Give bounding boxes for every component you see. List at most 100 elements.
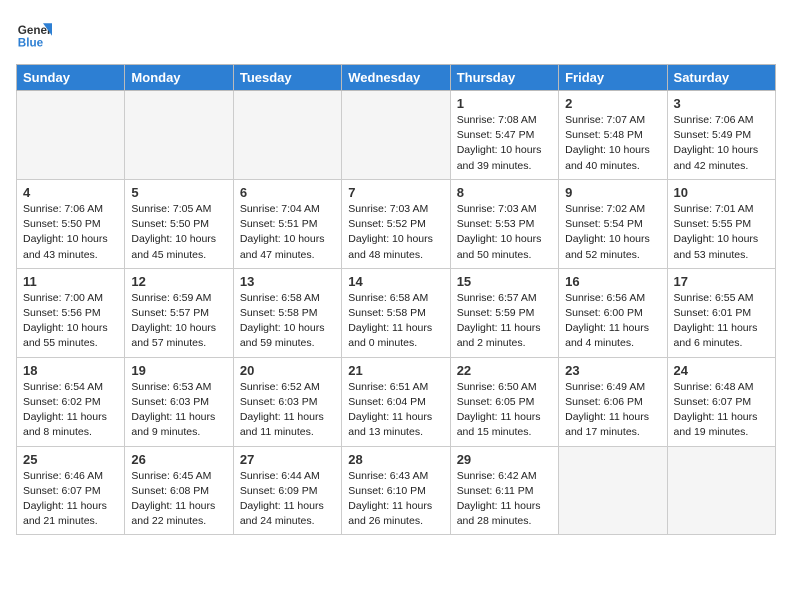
day-number: 12 <box>131 274 226 289</box>
day-info: Sunrise: 6:56 AM Sunset: 6:00 PM Dayligh… <box>565 291 660 352</box>
calendar-cell: 29 Sunrise: 6:42 AM Sunset: 6:11 PM Dayli… <box>450 446 558 535</box>
logo: General Blue <box>16 16 56 52</box>
calendar-cell: 3 Sunrise: 7:06 AM Sunset: 5:49 PM Daylig… <box>667 91 775 180</box>
calendar-cell <box>17 91 125 180</box>
day-number: 15 <box>457 274 552 289</box>
day-number: 3 <box>674 96 769 111</box>
calendar-table: SundayMondayTuesdayWednesdayThursdayFrid… <box>16 64 776 535</box>
day-number: 7 <box>348 185 443 200</box>
day-info: Sunrise: 6:53 AM Sunset: 6:03 PM Dayligh… <box>131 380 226 441</box>
calendar-cell: 11 Sunrise: 7:00 AM Sunset: 5:56 PM Dayli… <box>17 268 125 357</box>
calendar-cell: 18 Sunrise: 6:54 AM Sunset: 6:02 PM Dayli… <box>17 357 125 446</box>
weekday-header-thursday: Thursday <box>450 65 558 91</box>
day-info: Sunrise: 6:43 AM Sunset: 6:10 PM Dayligh… <box>348 469 443 530</box>
day-number: 1 <box>457 96 552 111</box>
day-number: 6 <box>240 185 335 200</box>
calendar-cell: 27 Sunrise: 6:44 AM Sunset: 6:09 PM Dayli… <box>233 446 341 535</box>
calendar-cell: 9 Sunrise: 7:02 AM Sunset: 5:54 PM Daylig… <box>559 179 667 268</box>
weekday-header-saturday: Saturday <box>667 65 775 91</box>
day-number: 24 <box>674 363 769 378</box>
day-info: Sunrise: 7:04 AM Sunset: 5:51 PM Dayligh… <box>240 202 335 263</box>
day-info: Sunrise: 6:49 AM Sunset: 6:06 PM Dayligh… <box>565 380 660 441</box>
day-info: Sunrise: 6:55 AM Sunset: 6:01 PM Dayligh… <box>674 291 769 352</box>
day-info: Sunrise: 7:00 AM Sunset: 5:56 PM Dayligh… <box>23 291 118 352</box>
logo-icon: General Blue <box>16 16 52 52</box>
day-number: 16 <box>565 274 660 289</box>
day-number: 5 <box>131 185 226 200</box>
day-info: Sunrise: 6:44 AM Sunset: 6:09 PM Dayligh… <box>240 469 335 530</box>
day-info: Sunrise: 6:46 AM Sunset: 6:07 PM Dayligh… <box>23 469 118 530</box>
day-number: 25 <box>23 452 118 467</box>
calendar-cell: 28 Sunrise: 6:43 AM Sunset: 6:10 PM Dayli… <box>342 446 450 535</box>
calendar-cell: 12 Sunrise: 6:59 AM Sunset: 5:57 PM Dayli… <box>125 268 233 357</box>
day-info: Sunrise: 6:51 AM Sunset: 6:04 PM Dayligh… <box>348 380 443 441</box>
day-info: Sunrise: 6:52 AM Sunset: 6:03 PM Dayligh… <box>240 380 335 441</box>
day-info: Sunrise: 7:06 AM Sunset: 5:49 PM Dayligh… <box>674 113 769 174</box>
day-number: 9 <box>565 185 660 200</box>
day-number: 28 <box>348 452 443 467</box>
day-info: Sunrise: 7:05 AM Sunset: 5:50 PM Dayligh… <box>131 202 226 263</box>
calendar-cell: 20 Sunrise: 6:52 AM Sunset: 6:03 PM Dayli… <box>233 357 341 446</box>
calendar-cell: 13 Sunrise: 6:58 AM Sunset: 5:58 PM Dayli… <box>233 268 341 357</box>
calendar-cell: 1 Sunrise: 7:08 AM Sunset: 5:47 PM Daylig… <box>450 91 558 180</box>
day-number: 17 <box>674 274 769 289</box>
calendar-cell <box>342 91 450 180</box>
day-info: Sunrise: 7:03 AM Sunset: 5:53 PM Dayligh… <box>457 202 552 263</box>
calendar-cell: 25 Sunrise: 6:46 AM Sunset: 6:07 PM Dayli… <box>17 446 125 535</box>
day-info: Sunrise: 6:54 AM Sunset: 6:02 PM Dayligh… <box>23 380 118 441</box>
day-info: Sunrise: 6:59 AM Sunset: 5:57 PM Dayligh… <box>131 291 226 352</box>
calendar-cell <box>667 446 775 535</box>
day-info: Sunrise: 6:42 AM Sunset: 6:11 PM Dayligh… <box>457 469 552 530</box>
day-info: Sunrise: 6:58 AM Sunset: 5:58 PM Dayligh… <box>240 291 335 352</box>
day-number: 11 <box>23 274 118 289</box>
svg-text:Blue: Blue <box>18 37 44 50</box>
day-info: Sunrise: 7:08 AM Sunset: 5:47 PM Dayligh… <box>457 113 552 174</box>
day-number: 2 <box>565 96 660 111</box>
calendar-cell: 4 Sunrise: 7:06 AM Sunset: 5:50 PM Daylig… <box>17 179 125 268</box>
calendar-cell: 7 Sunrise: 7:03 AM Sunset: 5:52 PM Daylig… <box>342 179 450 268</box>
day-number: 29 <box>457 452 552 467</box>
day-number: 26 <box>131 452 226 467</box>
day-number: 27 <box>240 452 335 467</box>
calendar-cell: 19 Sunrise: 6:53 AM Sunset: 6:03 PM Dayli… <box>125 357 233 446</box>
day-number: 22 <box>457 363 552 378</box>
calendar-cell: 22 Sunrise: 6:50 AM Sunset: 6:05 PM Dayli… <box>450 357 558 446</box>
day-number: 8 <box>457 185 552 200</box>
day-info: Sunrise: 6:50 AM Sunset: 6:05 PM Dayligh… <box>457 380 552 441</box>
day-number: 4 <box>23 185 118 200</box>
day-info: Sunrise: 6:58 AM Sunset: 5:58 PM Dayligh… <box>348 291 443 352</box>
day-number: 13 <box>240 274 335 289</box>
calendar-cell: 14 Sunrise: 6:58 AM Sunset: 5:58 PM Dayli… <box>342 268 450 357</box>
day-info: Sunrise: 7:03 AM Sunset: 5:52 PM Dayligh… <box>348 202 443 263</box>
calendar-cell <box>125 91 233 180</box>
day-info: Sunrise: 7:06 AM Sunset: 5:50 PM Dayligh… <box>23 202 118 263</box>
calendar-cell: 21 Sunrise: 6:51 AM Sunset: 6:04 PM Dayli… <box>342 357 450 446</box>
weekday-header-monday: Monday <box>125 65 233 91</box>
calendar-cell: 8 Sunrise: 7:03 AM Sunset: 5:53 PM Daylig… <box>450 179 558 268</box>
calendar-cell: 17 Sunrise: 6:55 AM Sunset: 6:01 PM Dayli… <box>667 268 775 357</box>
day-number: 19 <box>131 363 226 378</box>
day-number: 10 <box>674 185 769 200</box>
day-info: Sunrise: 7:01 AM Sunset: 5:55 PM Dayligh… <box>674 202 769 263</box>
weekday-header-wednesday: Wednesday <box>342 65 450 91</box>
calendar-cell: 26Sunrise: 6:45 AM Sunset: 6:08 PM Dayli… <box>125 446 233 535</box>
calendar-cell: 23 Sunrise: 6:49 AM Sunset: 6:06 PM Dayli… <box>559 357 667 446</box>
calendar-cell: 5 Sunrise: 7:05 AM Sunset: 5:50 PM Daylig… <box>125 179 233 268</box>
calendar-cell <box>233 91 341 180</box>
day-number: 20 <box>240 363 335 378</box>
calendar-cell: 24 Sunrise: 6:48 AM Sunset: 6:07 PM Dayli… <box>667 357 775 446</box>
weekday-header-sunday: Sunday <box>17 65 125 91</box>
day-info: Sunrise: 7:07 AM Sunset: 5:48 PM Dayligh… <box>565 113 660 174</box>
day-number: 14 <box>348 274 443 289</box>
page-header: General Blue <box>16 16 776 52</box>
day-number: 23 <box>565 363 660 378</box>
day-info: Sunrise: 6:48 AM Sunset: 6:07 PM Dayligh… <box>674 380 769 441</box>
weekday-header-tuesday: Tuesday <box>233 65 341 91</box>
calendar-cell: 6 Sunrise: 7:04 AM Sunset: 5:51 PM Daylig… <box>233 179 341 268</box>
weekday-header-friday: Friday <box>559 65 667 91</box>
calendar-cell: 16 Sunrise: 6:56 AM Sunset: 6:00 PM Dayli… <box>559 268 667 357</box>
day-number: 18 <box>23 363 118 378</box>
day-info: Sunrise: 7:02 AM Sunset: 5:54 PM Dayligh… <box>565 202 660 263</box>
calendar-cell: 15Sunrise: 6:57 AM Sunset: 5:59 PM Dayli… <box>450 268 558 357</box>
day-number: 21 <box>348 363 443 378</box>
